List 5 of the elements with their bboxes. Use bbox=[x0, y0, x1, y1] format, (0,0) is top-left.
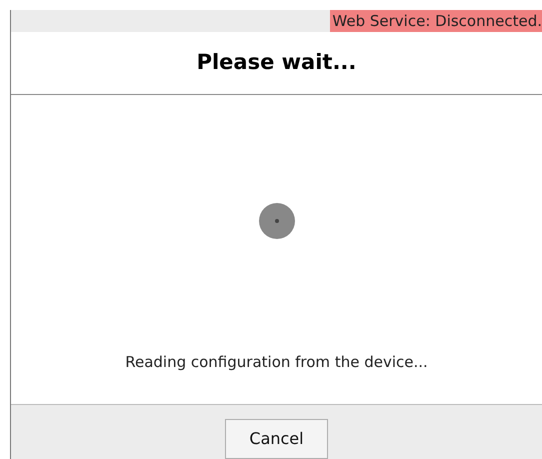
connection-status: Web Service: Disconnected. bbox=[330, 10, 542, 32]
dialog-title: Please wait... bbox=[196, 49, 356, 76]
loading-spinner-icon bbox=[258, 202, 296, 240]
cancel-button[interactable]: Cancel bbox=[225, 419, 328, 459]
status-message: Reading configuration from the device... bbox=[125, 352, 428, 373]
